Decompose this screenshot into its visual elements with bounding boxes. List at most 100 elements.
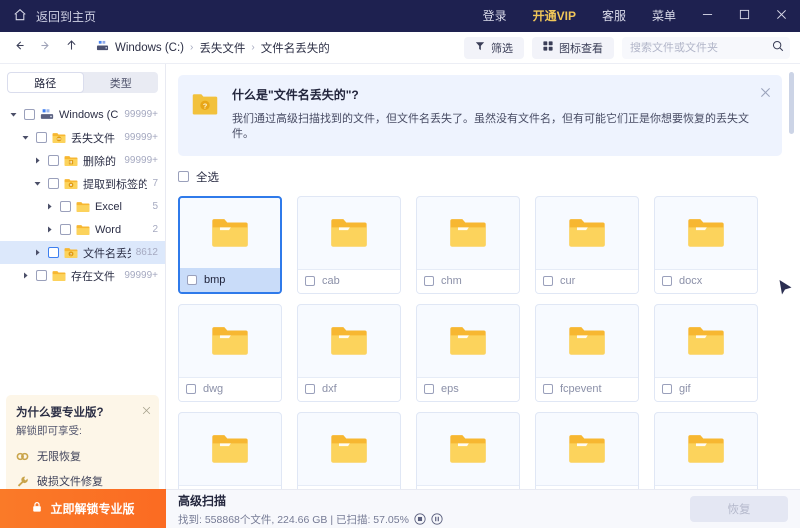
forward-icon	[39, 39, 52, 57]
file-checkbox[interactable]	[187, 275, 197, 286]
menu-link[interactable]: 菜单	[639, 0, 689, 32]
maximize-icon	[739, 9, 750, 23]
maximize-button[interactable]	[726, 0, 763, 32]
breadcrumb-item-1[interactable]: 丢失文件	[199, 40, 245, 56]
chevron-right-icon[interactable]	[31, 157, 43, 164]
file-card-row3-13[interactable]	[535, 411, 639, 489]
chevron-right-icon[interactable]	[19, 272, 31, 279]
pause-icon[interactable]	[431, 513, 443, 525]
chevron-down-icon[interactable]	[19, 134, 31, 141]
up-button[interactable]	[58, 35, 84, 61]
file-card-row3-11[interactable]	[297, 411, 401, 489]
file-checkbox[interactable]	[543, 384, 553, 395]
recover-button[interactable]: 恢复	[690, 496, 788, 522]
file-card-cab[interactable]: cab	[297, 195, 401, 294]
tree-item-checkbox[interactable]	[60, 201, 71, 212]
chevron-down-icon[interactable]	[31, 180, 43, 187]
chevron-down-icon[interactable]	[7, 111, 19, 118]
tree-item-文件名丢失的[interactable]: ? 文件名丢失的 8612	[0, 241, 165, 264]
tree-item-checkbox[interactable]	[36, 270, 47, 281]
tab-path[interactable]: 路径	[7, 72, 84, 93]
file-card-dwg[interactable]: dwg	[178, 303, 282, 402]
tree-item-Excel[interactable]: Excel 5	[0, 195, 165, 218]
file-checkbox[interactable]	[424, 384, 434, 395]
file-card-row3-10[interactable]	[178, 411, 282, 489]
close-icon[interactable]	[142, 402, 151, 420]
tree-item-checkbox[interactable]	[48, 178, 59, 189]
filter-button[interactable]: 筛选	[464, 36, 524, 59]
content-area: ? 什么是"文件名丢失的"? 我们通过高级扫描找到的文件，但文件名丢失了。虽然没…	[166, 64, 800, 528]
unlock-pro-button[interactable]: 立即解锁专业版	[0, 489, 166, 528]
breadcrumb-item-drive[interactable]: Windows (C:)	[96, 40, 184, 55]
tree-item-删除的[interactable]: 删除的 99999+	[0, 149, 165, 172]
file-card-fcpevent[interactable]: fcpevent	[535, 303, 639, 402]
stop-icon[interactable]	[414, 513, 426, 525]
tab-type[interactable]: 类型	[84, 72, 159, 93]
file-card-footer: dwg	[179, 376, 281, 401]
vip-link[interactable]: 开通VIP	[520, 0, 589, 32]
search-icon[interactable]	[772, 39, 784, 57]
up-icon	[65, 39, 78, 57]
tree-item-checkbox[interactable]	[60, 224, 71, 235]
support-link[interactable]: 客服	[589, 0, 639, 32]
banner-title: 什么是"文件名丢失的"?	[232, 88, 359, 102]
file-checkbox[interactable]	[305, 276, 315, 287]
tree-item-Windows (C:)[interactable]: Windows (C:) 99999+	[0, 103, 165, 126]
scan-details-row: 找到: 558868个文件, 224.66 GB | 已扫描: 57.05%	[178, 512, 443, 527]
chevron-right-icon[interactable]	[43, 203, 55, 210]
file-card-docx[interactable]: docx	[654, 195, 758, 294]
chevron-right-icon[interactable]	[31, 249, 43, 256]
folder-icon	[536, 305, 638, 377]
title-bar: 返回到主页 登录 开通VIP 客服 菜单	[0, 0, 800, 32]
tree-item-count: 2	[152, 224, 158, 235]
tree-item-checkbox[interactable]	[48, 247, 59, 258]
drive-icon	[40, 108, 54, 121]
tree-item-提取到标签的[interactable]: 提取到标签的 7	[0, 172, 165, 195]
folder-deleted-icon	[64, 154, 78, 167]
close-button[interactable]	[763, 0, 800, 32]
chevron-right-icon[interactable]	[43, 226, 55, 233]
tree-item-存在文件[interactable]: 存在文件 99999+	[0, 264, 165, 287]
tree-item-Word[interactable]: Word 2	[0, 218, 165, 241]
search-box[interactable]	[622, 36, 790, 59]
file-card-dxf[interactable]: dxf	[297, 303, 401, 402]
login-link[interactable]: 登录	[470, 0, 520, 32]
tree-item-checkbox[interactable]	[48, 155, 59, 166]
grid-view-icon	[543, 41, 553, 54]
file-card-footer: dxf	[298, 376, 400, 401]
tree-item-丢失文件[interactable]: 丢失文件 99999+	[0, 126, 165, 149]
back-to-home-button[interactable]: 返回到主页	[0, 8, 96, 25]
file-card-row3-12[interactable]	[416, 411, 520, 489]
file-card-footer	[655, 484, 757, 489]
vertical-scrollbar[interactable]	[789, 72, 794, 134]
file-card-row3-14[interactable]	[654, 411, 758, 489]
file-card-footer: gif	[655, 376, 757, 401]
folder-icon	[655, 197, 757, 269]
file-checkbox[interactable]	[662, 384, 672, 395]
search-input[interactable]	[630, 41, 772, 54]
list-item: 破损文件修复	[16, 473, 149, 489]
select-all-row[interactable]: 全选	[178, 169, 800, 185]
breadcrumb-item-2[interactable]: 文件名丢失的	[261, 40, 330, 56]
file-card-gif[interactable]: gif	[654, 303, 758, 402]
close-icon[interactable]	[760, 85, 771, 103]
file-scroll-area[interactable]: ? 什么是"文件名丢失的"? 我们通过高级扫描找到的文件，但文件名丢失了。虽然没…	[166, 64, 800, 489]
back-button[interactable]	[6, 35, 32, 61]
file-card-bmp[interactable]: bmp	[178, 195, 282, 294]
minimize-button[interactable]	[689, 0, 726, 32]
file-card-eps[interactable]: eps	[416, 303, 520, 402]
folder-icon	[417, 413, 519, 485]
filter-icon	[475, 41, 485, 54]
file-card-chm[interactable]: chm	[416, 195, 520, 294]
view-mode-button[interactable]: 图标查看	[532, 36, 614, 59]
file-checkbox[interactable]	[543, 276, 553, 287]
tree-item-checkbox[interactable]	[36, 132, 47, 143]
file-checkbox[interactable]	[424, 276, 434, 287]
tree-item-checkbox[interactable]	[24, 109, 35, 120]
select-all-checkbox[interactable]	[178, 171, 189, 183]
file-checkbox[interactable]	[305, 384, 315, 395]
file-card-cur[interactable]: cur	[535, 195, 639, 294]
forward-button[interactable]	[32, 35, 58, 61]
file-checkbox[interactable]	[662, 276, 672, 287]
file-checkbox[interactable]	[186, 384, 196, 395]
